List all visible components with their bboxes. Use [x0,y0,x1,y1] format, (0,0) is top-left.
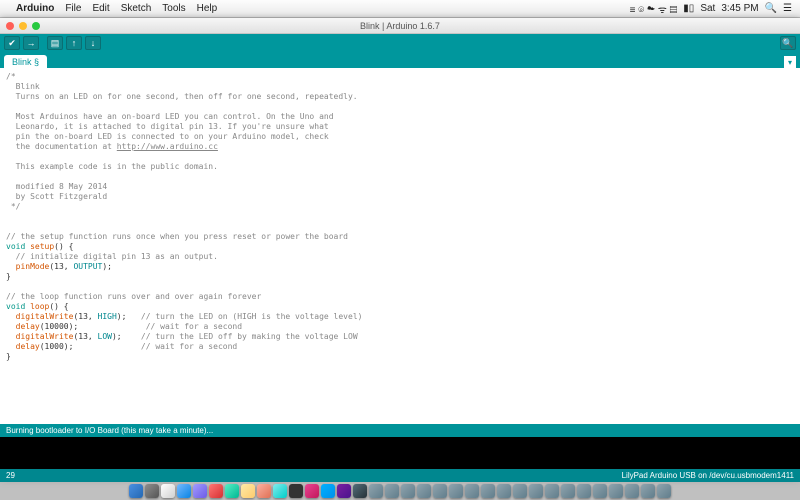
dock-app[interactable] [545,484,559,498]
dock-app[interactable] [289,484,303,498]
status-bar: Burning bootloader to I/O Board (this ma… [0,424,800,437]
dock-app[interactable] [257,484,271,498]
dock-app[interactable] [177,484,191,498]
upload-button[interactable]: → [23,36,39,50]
tab-menu-button[interactable]: ▾ [784,56,796,68]
menu-edit[interactable]: Edit [92,3,109,14]
menu-app[interactable]: Arduino [16,3,54,14]
serial-monitor-button[interactable]: 🔍 [780,36,796,50]
tab-bar: Blink § ▾ [0,52,800,68]
dock-app[interactable] [161,484,175,498]
dock-app[interactable] [641,484,655,498]
dock-app[interactable] [449,484,463,498]
minimize-icon[interactable] [19,22,27,30]
save-button[interactable]: ↓ [85,36,101,50]
new-button[interactable]: ▤ [47,36,63,50]
battery-icon: ▮▯ [683,3,694,14]
dock-app[interactable] [609,484,623,498]
menubar-time: 3:45 PM [721,3,758,14]
arduino-window: Blink | Arduino 1.6.7 ✔ → ▤ ↑ ↓ 🔍 Blink … [0,18,800,482]
menubar-status-icons: ≡ ⌾ ☁ ᯤ ▤ [630,2,678,16]
tab-blink[interactable]: Blink § [4,55,47,68]
dock-app[interactable] [369,484,383,498]
dock-app[interactable] [273,484,287,498]
menu-tools[interactable]: Tools [162,3,185,14]
dock-app[interactable] [129,484,143,498]
dock-app[interactable] [481,484,495,498]
status-message: Burning bootloader to I/O Board (this ma… [6,426,213,435]
footer-bar: 29 LilyPad Arduino USB on /dev/cu.usbmod… [0,469,800,482]
dock-app[interactable] [305,484,319,498]
close-icon[interactable] [6,22,14,30]
dock-app[interactable] [465,484,479,498]
menu-sketch[interactable]: Sketch [121,3,152,14]
dock-app[interactable] [145,484,159,498]
dock-app[interactable] [353,484,367,498]
dock [0,482,800,500]
menu-help[interactable]: Help [197,3,218,14]
window-title: Blink | Arduino 1.6.7 [0,21,800,31]
maximize-icon[interactable] [32,22,40,30]
dock-app[interactable] [625,484,639,498]
spotlight-icon[interactable]: 🔍 [765,3,777,14]
dock-app[interactable] [193,484,207,498]
menu-file[interactable]: File [65,3,81,14]
menubar-day: Sat [700,3,715,14]
dock-app[interactable] [577,484,591,498]
dock-app[interactable] [225,484,239,498]
dock-app[interactable] [529,484,543,498]
board-info: LilyPad Arduino USB on /dev/cu.usbmodem1… [622,471,794,480]
dock-app[interactable] [513,484,527,498]
dock-app[interactable] [401,484,415,498]
line-number: 29 [6,471,15,480]
dock-app[interactable] [337,484,351,498]
code-editor[interactable]: /* Blink Turns on an LED on for one seco… [0,68,800,424]
toolbar: ✔ → ▤ ↑ ↓ 🔍 [0,34,800,52]
dock-app[interactable] [593,484,607,498]
dock-app[interactable] [321,484,335,498]
notification-icon[interactable]: ☰ [783,3,792,14]
console[interactable] [0,437,800,469]
dock-app[interactable] [497,484,511,498]
dock-app[interactable] [385,484,399,498]
dock-app[interactable] [209,484,223,498]
dock-app[interactable] [561,484,575,498]
verify-button[interactable]: ✔ [4,36,20,50]
window-titlebar: Blink | Arduino 1.6.7 [0,18,800,34]
dock-app[interactable] [417,484,431,498]
dock-app[interactable] [433,484,447,498]
dock-app[interactable] [241,484,255,498]
dock-app[interactable] [657,484,671,498]
open-button[interactable]: ↑ [66,36,82,50]
mac-menubar: Arduino File Edit Sketch Tools Help ≡ ⌾ … [0,0,800,18]
